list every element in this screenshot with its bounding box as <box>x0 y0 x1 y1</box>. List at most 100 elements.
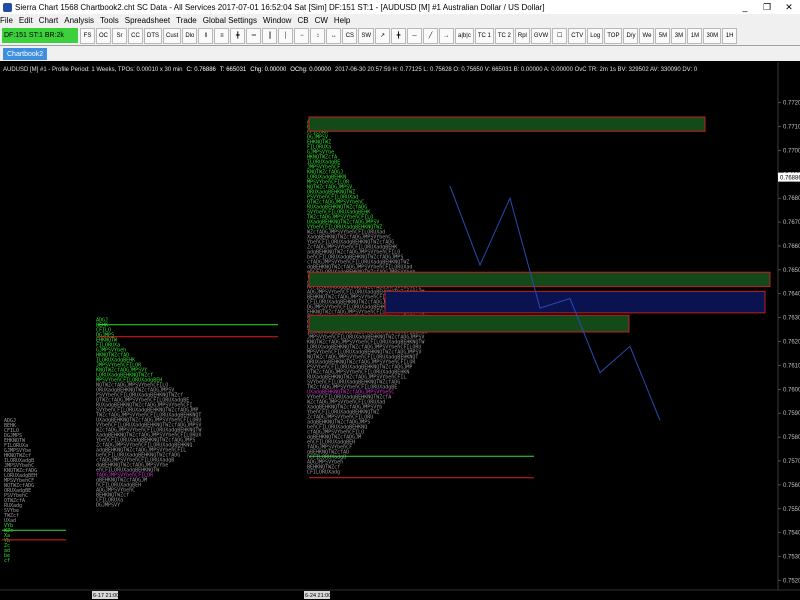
title-bar: Sierra Chart 1568 Chartbook2.cht SC Data… <box>0 0 800 14</box>
tpo-row: DGJMPSVY <box>96 503 120 509</box>
toolbar-button-33[interactable]: We <box>639 27 655 44</box>
toolbar-button-17[interactable]: SW <box>358 27 375 44</box>
toolbar-button-21[interactable]: ╱ <box>423 27 439 44</box>
x-axis-label: 6-17 21:00 <box>93 593 119 599</box>
chart-canvas[interactable]: ADGJBEHKCFILODGJMPSEHKNQTWFILORUXaGJMPSV… <box>0 62 800 600</box>
tab-chartbook2[interactable]: Chartbook2 <box>3 48 48 60</box>
toolbar-button-22[interactable]: → <box>439 27 455 44</box>
menu-edit[interactable]: Edit <box>16 16 36 25</box>
toolbar-button-8[interactable]: ≡ <box>214 27 230 44</box>
toolbar-button-2[interactable]: Sr <box>112 27 127 44</box>
x-axis-label: 6-24 21:00 <box>305 593 331 599</box>
header-segment: T: 665031 <box>220 67 247 73</box>
header-segment: AUDUSD [M] #1 - Profile Period: 1 Weeks,… <box>3 67 183 73</box>
y-tick-label: 0.76700 <box>783 220 800 226</box>
y-tick-label: 0.76500 <box>783 268 800 274</box>
menu-analysis[interactable]: Analysis <box>61 16 97 25</box>
y-tick-label: 0.76300 <box>783 316 800 322</box>
menu-chart[interactable]: Chart <box>36 16 62 25</box>
close-button[interactable]: ✕ <box>778 0 800 14</box>
toolbar-button-11[interactable]: ║ <box>262 27 278 44</box>
toolbar-button-12[interactable]: │ <box>278 27 294 44</box>
toolbar-button-9[interactable]: ╋ <box>230 27 246 44</box>
toolbar-button-25[interactable]: TC 2 <box>494 27 514 44</box>
price-flag-label: 0.76886 <box>780 176 800 182</box>
toolbar-button-14[interactable]: ↕ <box>310 27 326 44</box>
toolbar-button-6[interactable]: Dlo <box>182 27 198 44</box>
toolbar-button-5[interactable]: Cust <box>163 27 182 44</box>
zone-4 <box>308 314 630 333</box>
toolbar-button-32[interactable]: D/y <box>623 27 639 44</box>
menu-file[interactable]: File <box>0 16 16 25</box>
menu-help[interactable]: Help <box>331 16 353 25</box>
y-tick-label: 0.75200 <box>783 578 800 584</box>
menu-global-settings[interactable]: Global Settings <box>200 16 260 25</box>
toolbar-button-16[interactable]: CS <box>342 27 358 44</box>
y-tick-label: 0.76400 <box>783 292 800 298</box>
toolbar-button-10[interactable]: ═ <box>246 27 262 44</box>
toolbar-button-36[interactable]: 1M <box>687 27 703 44</box>
header-segment: OChg: 0.00000 <box>290 67 331 73</box>
menu-spreadsheet[interactable]: Spreadsheet <box>122 16 173 25</box>
toolbar-button-3[interactable]: CC <box>128 27 143 44</box>
header-segment: C: 0.76886 <box>187 67 217 73</box>
tpo-profile-left: ADGJBEHKCFILODGJMPSEHKNQTWFILORUXaGJMPSV… <box>4 418 37 564</box>
levels <box>2 324 534 541</box>
toolbar-button-19[interactable]: ╋ <box>391 27 407 44</box>
tab-bar: Chartbook2 <box>0 46 800 61</box>
y-tick-label: 0.77000 <box>783 148 800 154</box>
tpo-profile-mid: ADGJBEHKCFILODGJMPSEHKNQTWFILORUXaGJMPSV… <box>96 318 202 509</box>
window-controls: _ ❐ ✕ <box>734 0 800 14</box>
toolbar-button-31[interactable]: TOP <box>604 27 623 44</box>
toolbar-button-1[interactable]: OC <box>96 27 111 44</box>
y-tick-label: 0.75700 <box>783 459 800 465</box>
toolbar-button-26[interactable]: Rpl <box>514 27 530 44</box>
menu-cw[interactable]: CW <box>312 16 331 25</box>
y-tick-label: 0.75800 <box>783 435 800 441</box>
toolbar: DF:151 ST:1 BR:2k FS OC Sr CC DTS Cust Dlo ‖ ≡ ╋ ═… <box>0 26 800 46</box>
menu-cb[interactable]: CB <box>294 16 311 25</box>
header-segment: 2017-06-30 20:57:59 H: 0.77125 L: 0.7562… <box>335 67 698 73</box>
toolbar-button-30[interactable]: Log <box>587 27 604 44</box>
symbol-box[interactable]: DF:151 ST:1 BR:2k <box>2 28 78 43</box>
y-tick-label: 0.75300 <box>783 555 800 561</box>
toolbar-button-13[interactable]: − <box>294 27 310 44</box>
maximize-button[interactable]: ❐ <box>756 0 778 14</box>
menu-trade[interactable]: Trade <box>173 16 200 25</box>
toolbar-button-37[interactable]: 30M <box>703 27 722 44</box>
header-segment: Chg: 0.00000 <box>250 67 287 73</box>
y-tick-label: 0.76600 <box>783 244 800 250</box>
toolbar-button-15[interactable]: ↔ <box>326 27 342 44</box>
toolbar-button-34[interactable]: 5M <box>655 27 671 44</box>
y-tick-label: 0.76200 <box>783 340 800 346</box>
tpo-row: CFILORUXadg <box>307 469 340 475</box>
x-axis: 6-17 21:00 6-24 21:00 <box>0 589 800 599</box>
toolbar-button-24[interactable]: TC 1 <box>474 27 494 44</box>
toolbar-button-35[interactable]: 3M <box>671 27 687 44</box>
chart-header: AUDUSD [M] #1 - Profile Period: 1 Weeks,… <box>3 67 698 73</box>
toolbar-button-23[interactable]: a|b|c <box>455 27 474 44</box>
y-tick-label: 0.77200 <box>783 101 800 107</box>
toolbar-button-28[interactable]: ☐ <box>552 27 568 44</box>
toolbar-button-38[interactable]: 1H <box>722 27 738 44</box>
toolbar-button-0[interactable]: FS <box>80 27 95 44</box>
y-tick-label: 0.76100 <box>783 363 800 369</box>
toolbar-button-7[interactable]: ‖ <box>198 27 214 44</box>
zone-2 <box>308 271 771 288</box>
y-axis: 0.772000.771000.770000.769000.768000.767… <box>778 101 800 584</box>
y-tick-label: 0.75900 <box>783 411 800 417</box>
app-icon <box>3 2 12 12</box>
y-tick-label: 0.76800 <box>783 196 800 202</box>
minimize-button[interactable]: _ <box>734 0 756 14</box>
toolbar-button-4[interactable]: DTS <box>144 27 162 44</box>
toolbar-button-29[interactable]: CTV <box>568 27 587 44</box>
tpo-profiles: ADGJBEHKCFILODGJMPSEHKNQTWFILORUXaGJMPSV… <box>4 119 428 564</box>
toolbar-button-20[interactable]: ─ <box>407 27 423 44</box>
window-title: Sierra Chart 1568 Chartbook2.cht SC Data… <box>15 2 545 12</box>
menu-window[interactable]: Window <box>260 16 294 25</box>
toolbar-button-18[interactable]: ↗ <box>375 27 391 44</box>
toolbar-button-27[interactable]: GVW <box>530 27 552 44</box>
y-tick-label: 0.75600 <box>783 483 800 489</box>
y-tick-label: 0.76000 <box>783 387 800 393</box>
menu-tools[interactable]: Tools <box>97 16 122 25</box>
